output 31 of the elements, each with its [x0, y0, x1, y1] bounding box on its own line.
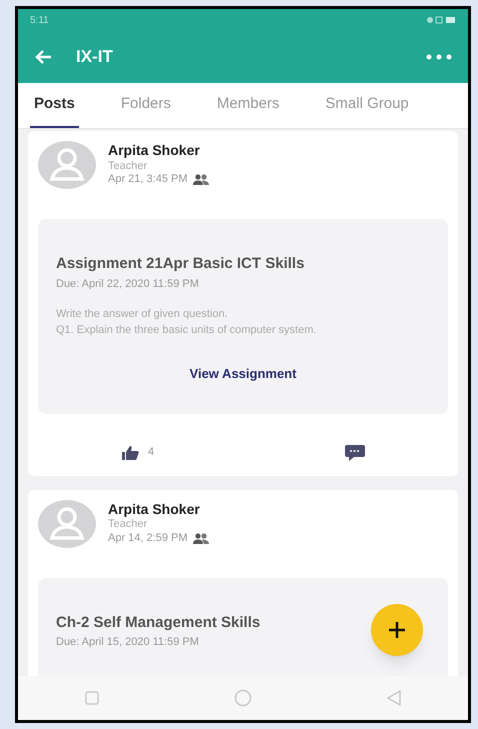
view-assignment-link[interactable]: View Assignment — [190, 364, 296, 384]
thumbs-up-icon[interactable] — [120, 444, 140, 460]
author-role: Teacher — [108, 518, 148, 532]
tab[interactable]: Small Group — [321, 83, 413, 128]
triangle-icon[interactable] — [386, 690, 401, 706]
assignment-description: Write the answer of given question. Q1. Explain the three basic units of computer system. — [56, 307, 318, 338]
avatar-icon — [38, 500, 96, 548]
avatar-icon — [38, 141, 96, 189]
square-icon[interactable] — [85, 691, 100, 705]
author-name: Arpita Shoker — [108, 142, 201, 160]
back-arrow-icon[interactable] — [34, 49, 52, 65]
tab[interactable]: Folders — [116, 83, 175, 128]
author-name: Arpita Shoker — [108, 500, 201, 518]
tab[interactable]: Posts — [30, 83, 79, 128]
like-count: 4 — [148, 445, 154, 460]
group-icon — [192, 532, 210, 545]
assignment-title: Assignment 21Apr Basic ICT Skills — [56, 254, 304, 274]
plus-icon — [388, 621, 406, 639]
more-icon[interactable] — [426, 54, 452, 60]
tab[interactable]: Members — [212, 83, 284, 128]
status-time: 5:11 — [30, 14, 49, 28]
circle-icon[interactable] — [234, 689, 252, 707]
post-time: Apr 14, 2:59 PM — [108, 532, 188, 546]
post-time: Apr 21, 3:45 PM — [108, 173, 188, 187]
due-date: Due: April 15, 2020 11:59 PM — [56, 635, 199, 650]
author-role: Teacher — [108, 160, 148, 174]
group-title: IX-IT — [76, 46, 114, 68]
group-icon — [192, 174, 210, 186]
comment-icon[interactable] — [344, 444, 366, 462]
assignment-title: Ch-2 Self Management Skills — [56, 612, 260, 632]
due-date: Due: April 22, 2020 11:59 PM — [56, 276, 199, 292]
